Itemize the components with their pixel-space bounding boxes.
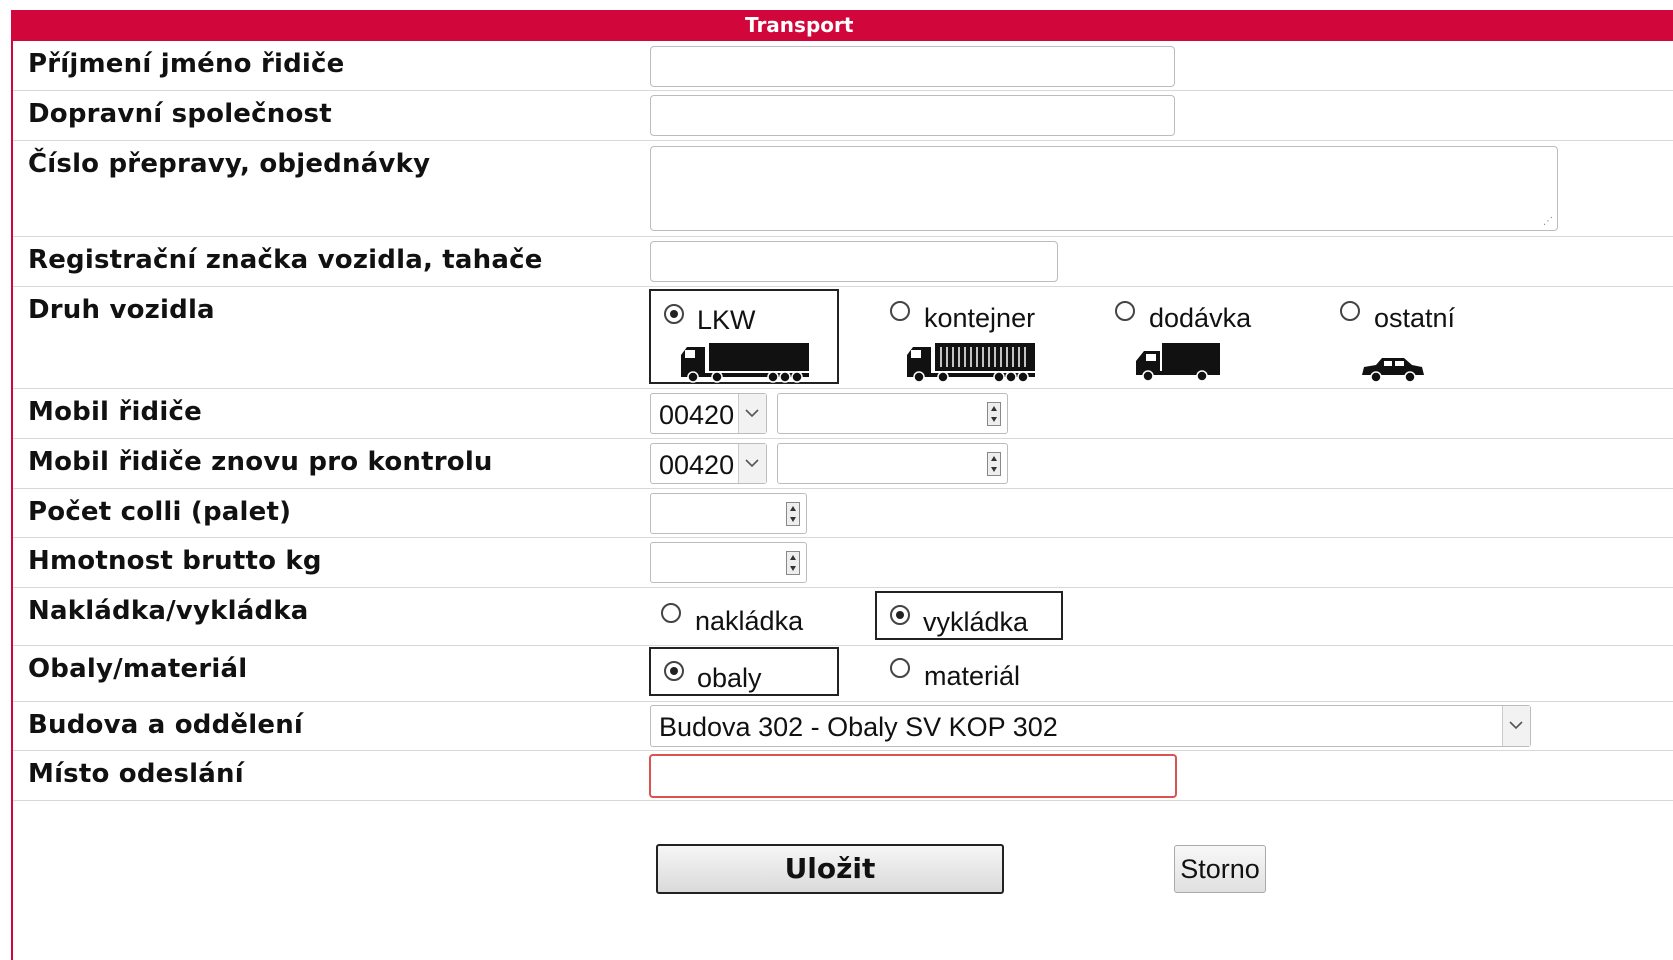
phone-prefix-select[interactable]: 00420	[650, 393, 767, 434]
chevron-down-icon[interactable]	[1502, 706, 1530, 746]
vehicle-type-label: Druh vozidla	[28, 295, 215, 325]
material-option-label: materiál	[924, 661, 1021, 691]
building-select[interactable]: Budova 302 - Obaly SV KOP 302	[650, 705, 1531, 747]
vehicle-option-dodavka[interactable]: dodávka	[1100, 289, 1290, 384]
chevron-down-icon[interactable]	[738, 394, 766, 433]
phone-label: Mobil řidiče	[28, 397, 202, 427]
radio-kontejner[interactable]	[890, 301, 910, 321]
radio-vykladka[interactable]	[890, 605, 910, 625]
phone-prefix-value: 00420	[659, 400, 735, 430]
weight-label: Hmotnost brutto kg	[28, 546, 322, 576]
vehicle-option-label: ostatní	[1374, 303, 1456, 333]
row-material: Obaly/materiál	[13, 646, 1673, 702]
save-button[interactable]: Uložit	[656, 844, 1004, 894]
plate-label: Registrační značka vozidla, tahače	[28, 245, 543, 275]
weight-input[interactable]	[650, 542, 807, 583]
building-label: Budova a oddělení	[28, 710, 304, 740]
colli-input[interactable]	[650, 493, 807, 534]
driver-name-label: Příjmení jméno řidiče	[28, 49, 345, 79]
phone-confirm-prefix-select[interactable]: 00420	[650, 443, 767, 484]
resize-grip-icon[interactable]: ⋰	[1543, 217, 1553, 227]
loading-option-label: vykládka	[923, 607, 1029, 637]
material-option-obaly[interactable]: obaly	[649, 647, 839, 696]
origin-label: Místo odeslání	[28, 759, 244, 789]
phone-confirm-number-input[interactable]	[777, 443, 1008, 484]
radio-dodavka[interactable]	[1115, 301, 1135, 321]
vehicle-option-lkw[interactable]: LKW	[649, 289, 839, 384]
radio-obaly[interactable]	[664, 661, 684, 681]
material-option-label: obaly	[697, 663, 762, 693]
spinner-icon[interactable]	[786, 551, 800, 575]
chevron-down-icon[interactable]	[738, 444, 766, 483]
radio-material[interactable]	[890, 658, 910, 678]
row-loading: Nakládka/vykládka	[13, 588, 1673, 646]
container-truck-icon	[907, 343, 1035, 383]
form-title: Transport	[11, 10, 1673, 41]
material-option-material[interactable]: materiál	[875, 647, 1065, 696]
vehicle-option-label: kontejner	[924, 303, 1036, 333]
material-label: Obaly/materiál	[28, 654, 248, 684]
loading-option-nakladka[interactable]: nakládka	[650, 592, 840, 640]
vehicle-option-label: LKW	[697, 305, 756, 335]
vehicle-option-kontejner[interactable]: kontejner	[875, 289, 1065, 384]
radio-nakladka[interactable]	[661, 603, 681, 623]
car-icon	[1362, 358, 1424, 383]
cancel-button[interactable]: Storno	[1174, 845, 1266, 893]
radio-lkw[interactable]	[664, 304, 684, 324]
building-select-value: Budova 302 - Obaly SV KOP 302	[659, 712, 1058, 742]
order-number-textarea[interactable]: ⋰	[650, 146, 1558, 231]
row-weight: Hmotnost brutto kg	[13, 538, 1673, 588]
spinner-icon[interactable]	[786, 502, 800, 526]
vehicle-option-ostatni[interactable]: ostatní	[1326, 289, 1516, 384]
company-input[interactable]	[650, 95, 1175, 136]
loading-label: Nakládka/vykládka	[28, 596, 309, 626]
driver-name-input[interactable]	[650, 46, 1175, 87]
company-label: Dopravní společnost	[28, 99, 332, 129]
row-colli: Počet colli (palet)	[13, 489, 1673, 538]
order-number-label: Číslo přepravy, objednávky	[28, 149, 431, 179]
radio-ostatni[interactable]	[1340, 301, 1360, 321]
spinner-icon[interactable]	[987, 402, 1001, 426]
van-icon	[1136, 343, 1220, 382]
vehicle-option-label: dodávka	[1149, 303, 1252, 333]
origin-input[interactable]	[649, 754, 1177, 798]
spinner-icon[interactable]	[987, 452, 1001, 476]
truck-icon	[681, 343, 809, 383]
colli-label: Počet colli (palet)	[28, 497, 292, 527]
phone-number-input[interactable]	[777, 393, 1008, 434]
phone-confirm-label: Mobil řidiče znovu pro kontrolu	[28, 447, 493, 477]
phone-confirm-prefix-value: 00420	[659, 450, 735, 480]
loading-option-vykladka[interactable]: vykládka	[875, 591, 1063, 640]
plate-input[interactable]	[650, 241, 1058, 282]
loading-option-label: nakládka	[695, 606, 804, 636]
